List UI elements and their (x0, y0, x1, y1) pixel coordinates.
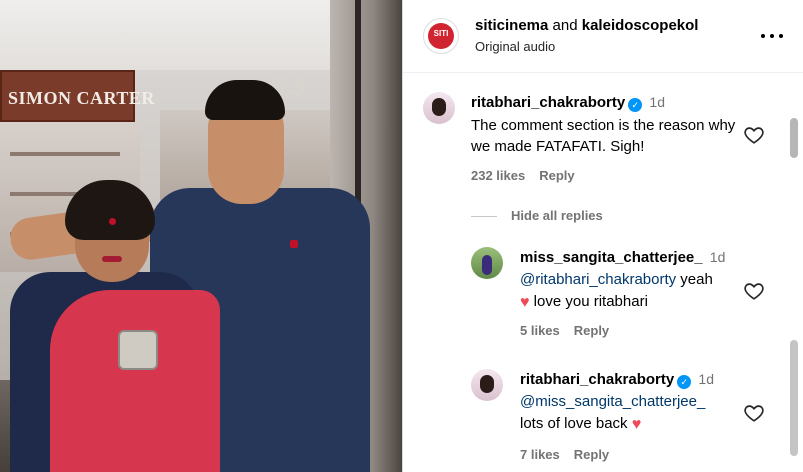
reply-meta: 5 likes Reply (520, 323, 623, 338)
post-header: SITI siticinema and kaleidoscopekol Orig… (403, 0, 803, 73)
avatar[interactable] (471, 369, 503, 401)
reply-text-line2: lots of love back ♥ (520, 415, 642, 433)
mention-link[interactable]: @ritabhari_chakraborty (520, 271, 676, 288)
reply-likes[interactable]: 7 likes (520, 447, 560, 462)
divider-line (471, 216, 497, 218)
reply-button[interactable]: Reply (574, 323, 609, 338)
avatar[interactable] (423, 92, 455, 124)
store-sign: SIMON CARTER (0, 70, 154, 122)
reply-body: miss_sangita_chatterjee_ 1d @ritabhari_c… (520, 247, 750, 313)
audio-link[interactable]: Original audio (475, 39, 555, 54)
pink-heart-emoji: ♥ (631, 416, 642, 433)
comment-username[interactable]: ritabhari_chakraborty (471, 94, 625, 111)
account-link-1[interactable]: siticinema (475, 17, 548, 34)
comments-panel: SITI siticinema and kaleidoscopekol Orig… (402, 0, 803, 472)
comment-meta: 232 likes Reply (471, 168, 589, 183)
heart-outline-icon[interactable] (743, 124, 765, 146)
hide-replies-button[interactable]: Hide all replies (471, 208, 603, 223)
accounts-joiner: and (552, 17, 578, 34)
post-accounts: siticinema and kaleidoscopekol (475, 17, 698, 34)
reply-text: @ritabhari_chakraborty yeah (520, 269, 750, 290)
reply-meta: 7 likes Reply (520, 447, 623, 462)
post-media[interactable]: SIMON CARTER U.S. (0, 0, 402, 472)
more-options-icon[interactable] (759, 26, 785, 46)
account-link-2[interactable]: kaleidoscopekol (582, 17, 699, 34)
pink-heart-emoji: ♥ (520, 294, 530, 311)
reply-username[interactable]: ritabhari_chakraborty (520, 371, 674, 388)
reply-body: ritabhari_chakraborty ✓ 1d @miss_sangita_… (520, 369, 750, 435)
reply-text-line2: ♥ love you ritabhari (520, 293, 648, 311)
verified-badge-icon: ✓ (677, 375, 692, 389)
avatar[interactable] (471, 247, 503, 279)
heart-outline-icon[interactable] (743, 280, 765, 302)
comment-body: ritabhari_chakraborty ✓ 1d The comment se… (471, 92, 741, 157)
account-avatar[interactable]: SITI (423, 18, 459, 54)
reply-text: @miss_sangita_chatterjee_ (520, 391, 750, 412)
store-sign-text: SIMON CARTER (8, 88, 155, 108)
comment-likes[interactable]: 232 likes (471, 168, 525, 183)
person-woman (10, 180, 220, 472)
reply-time[interactable]: 1d (698, 371, 714, 387)
comment-time[interactable]: 1d (649, 94, 665, 110)
reply-likes[interactable]: 5 likes (520, 323, 560, 338)
comment-text: The comment section is the reason why we… (471, 117, 736, 155)
scrollbar-track[interactable] (790, 340, 798, 456)
reply-button[interactable]: Reply (539, 168, 574, 183)
reply-username[interactable]: miss_sangita_chatterjee_ (520, 249, 703, 266)
verified-badge-icon: ✓ (628, 98, 643, 112)
reply-button[interactable]: Reply (574, 447, 609, 462)
scrollbar-thumb[interactable] (790, 118, 798, 158)
heart-outline-icon[interactable] (743, 402, 765, 424)
mention-link[interactable]: @miss_sangita_chatterjee_ (520, 393, 705, 410)
reply-text-part: yeah (676, 271, 713, 288)
reply-time[interactable]: 1d (710, 249, 726, 265)
